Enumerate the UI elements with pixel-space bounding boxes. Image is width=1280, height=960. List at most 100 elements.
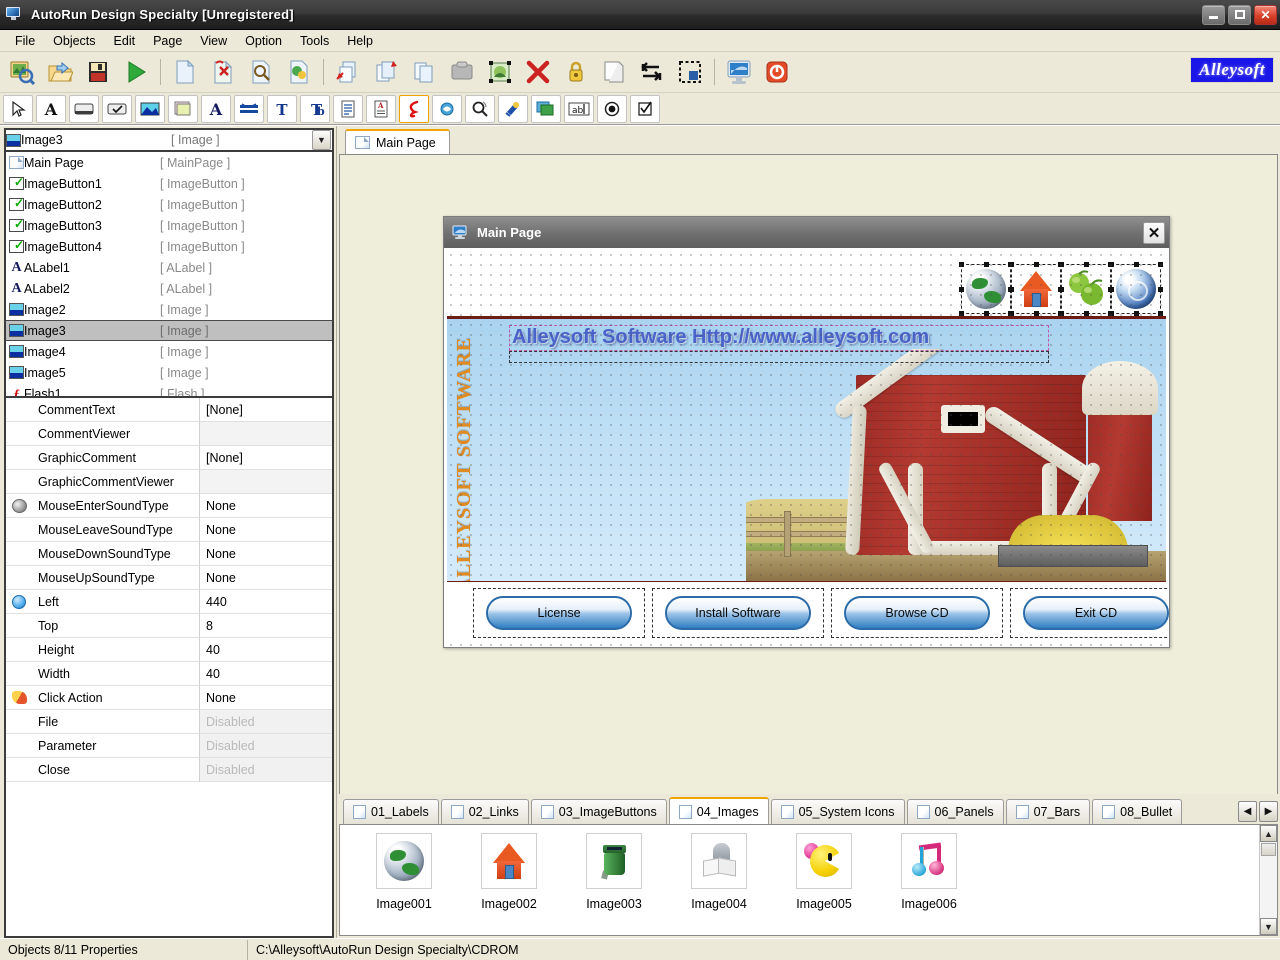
headline-alabel[interactable]: Alleysoft Software Http://www.alleysoft.… [509, 325, 1049, 351]
label-tool-icon[interactable]: A [37, 95, 65, 122]
menu-help[interactable]: Help [338, 32, 382, 50]
install-software-button[interactable]: Install Software [665, 596, 811, 630]
gallery-item-image005[interactable]: Image005 [784, 833, 864, 935]
imagebutton1-slot[interactable]: License [473, 588, 645, 638]
run-preview-icon[interactable] [118, 55, 154, 89]
selected-images-group[interactable] [959, 262, 1163, 316]
list-item-selected[interactable]: Image3 [ Image ] [6, 320, 332, 341]
property-value[interactable]: None [200, 686, 332, 710]
menu-edit[interactable]: Edit [105, 32, 145, 50]
image-object-image2[interactable] [959, 262, 1013, 316]
gallery-scrollbar[interactable]: ▲ ▼ [1259, 825, 1277, 935]
richtext-tool-icon[interactable]: Tb [301, 95, 329, 122]
property-grid[interactable]: CommentText [None] CommentViewer Graphic… [4, 398, 334, 938]
property-value[interactable]: 8 [200, 614, 332, 638]
chevron-down-icon[interactable]: ▼ [312, 130, 331, 150]
design-window[interactable]: Main Page ✕ ALLEYSOFT SOFTWARE Alleysoft… [443, 216, 1170, 648]
property-row[interactable]: MouseEnterSoundType None [6, 494, 332, 518]
image-tool-icon[interactable] [136, 95, 164, 122]
radio-tool-icon[interactable] [598, 95, 626, 122]
vertical-banner-label[interactable]: ALLEYSOFT SOFTWARE [451, 319, 477, 581]
tab-04-images[interactable]: 04_Images [668, 797, 769, 824]
property-value[interactable]: [None] [200, 446, 332, 470]
paste-icon[interactable] [406, 55, 442, 89]
tab-02-links[interactable]: 02_Links [440, 799, 529, 824]
gallery-item-image006[interactable]: Image006 [889, 833, 969, 935]
menu-option[interactable]: Option [236, 32, 291, 50]
image-object-icon[interactable] [482, 55, 518, 89]
page-effects-icon[interactable] [281, 55, 317, 89]
menu-objects[interactable]: Objects [44, 32, 104, 50]
property-value[interactable]: 40 [200, 662, 332, 686]
panel-tool-icon[interactable] [169, 95, 197, 122]
property-row[interactable]: CommentText [None] [6, 398, 332, 422]
property-value[interactable]: None [200, 542, 332, 566]
property-row[interactable]: Width 40 [6, 662, 332, 686]
checkbutton-tool-icon[interactable] [103, 95, 131, 122]
design-canvas[interactable]: Main Page ✕ ALLEYSOFT SOFTWARE Alleysoft… [339, 154, 1278, 794]
object-list[interactable]: Main Page [ MainPage ] ImageButton1 [ Im… [4, 152, 334, 398]
imagebutton3-slot[interactable]: Browse CD [831, 588, 1003, 638]
resize-icon[interactable] [672, 55, 708, 89]
edit-tool-icon[interactable]: ab [565, 95, 593, 122]
magnifier-tool-icon[interactable] [466, 95, 494, 122]
image-object-image5[interactable] [1109, 262, 1163, 316]
menu-page[interactable]: Page [144, 32, 191, 50]
property-value[interactable] [200, 422, 332, 446]
maximize-button[interactable] [1228, 4, 1251, 25]
secondary-alabel[interactable] [509, 351, 1049, 363]
scroll-up-icon[interactable]: ▲ [1260, 825, 1277, 842]
list-item[interactable]: Main Page [ MainPage ] [6, 152, 332, 173]
tab-main-page[interactable]: Main Page [345, 129, 450, 154]
browse-cd-button[interactable]: Browse CD [844, 596, 990, 630]
tab-03-imagebuttons[interactable]: 03_ImageButtons [530, 799, 667, 824]
tab-scroll-right-icon[interactable]: ▶ [1259, 801, 1278, 822]
alabel-tool-icon[interactable]: A [202, 95, 230, 122]
property-row[interactable]: MouseLeaveSoundType None [6, 518, 332, 542]
scrollbar-thumb[interactable] [1261, 843, 1276, 856]
pointer-tool-icon[interactable] [4, 95, 32, 122]
menu-file[interactable]: File [6, 32, 44, 50]
image-object-image3[interactable] [1009, 262, 1063, 316]
image-object-image4[interactable] [1059, 262, 1113, 316]
list-item[interactable]: ƒ Flash1 [ Flash ] [6, 383, 332, 397]
property-value[interactable]: None [200, 494, 332, 518]
object-selector-combo[interactable]: Image3 [ Image ] ▼ [4, 128, 334, 152]
list-item[interactable]: A ALabel2 [ ALabel ] [6, 278, 332, 299]
property-row[interactable]: Click Action None [6, 686, 332, 710]
tab-06-panels[interactable]: 06_Panels [906, 799, 1004, 824]
menu-view[interactable]: View [191, 32, 236, 50]
document-tool-icon[interactable]: A [367, 95, 395, 122]
list-item[interactable]: A ALabel1 [ ALabel ] [6, 257, 332, 278]
design-window-close-icon[interactable]: ✕ [1143, 221, 1165, 244]
property-row[interactable]: MouseDownSoundType None [6, 542, 332, 566]
image-gallery[interactable]: Image001 Image002 Image003 Image004 Imag… [339, 824, 1278, 936]
tab-08-bullet[interactable]: 08_Bullet [1092, 799, 1183, 824]
gallery-item-image004[interactable]: Image004 [679, 833, 759, 935]
minimize-button[interactable] [1202, 4, 1225, 25]
align-left-icon[interactable] [634, 55, 670, 89]
copy-icon[interactable] [368, 55, 404, 89]
gallery-thumb[interactable] [586, 833, 642, 889]
tab-01-labels[interactable]: 01_Labels [343, 799, 439, 824]
property-value[interactable]: [None] [200, 398, 332, 422]
exit-icon[interactable] [759, 55, 795, 89]
tab-05-system-icons[interactable]: 05_System Icons [770, 799, 905, 824]
property-row[interactable]: Height 40 [6, 638, 332, 662]
bar-tool-icon[interactable] [235, 95, 263, 122]
shockwave-tool-icon[interactable] [433, 95, 461, 122]
property-row[interactable]: GraphicComment [None] [6, 446, 332, 470]
list-item[interactable]: ImageButton3 [ ImageButton ] [6, 215, 332, 236]
scroll-down-icon[interactable]: ▼ [1260, 918, 1277, 935]
design-window-body[interactable]: ALLEYSOFT SOFTWARE Alleysoft Software Ht… [444, 248, 1169, 647]
tab-scroll-left-icon[interactable]: ◀ [1238, 801, 1257, 822]
new-page-icon[interactable] [167, 55, 203, 89]
list-item[interactable]: Image4 [ Image ] [6, 341, 332, 362]
property-value[interactable]: 440 [200, 590, 332, 614]
archive-icon[interactable] [444, 55, 480, 89]
close-button[interactable]: ✕ [1254, 4, 1277, 25]
page-properties-icon[interactable] [243, 55, 279, 89]
gallery-item-image001[interactable]: Image001 [364, 833, 444, 935]
media-tool-icon[interactable] [499, 95, 527, 122]
property-row[interactable]: CommentViewer [6, 422, 332, 446]
